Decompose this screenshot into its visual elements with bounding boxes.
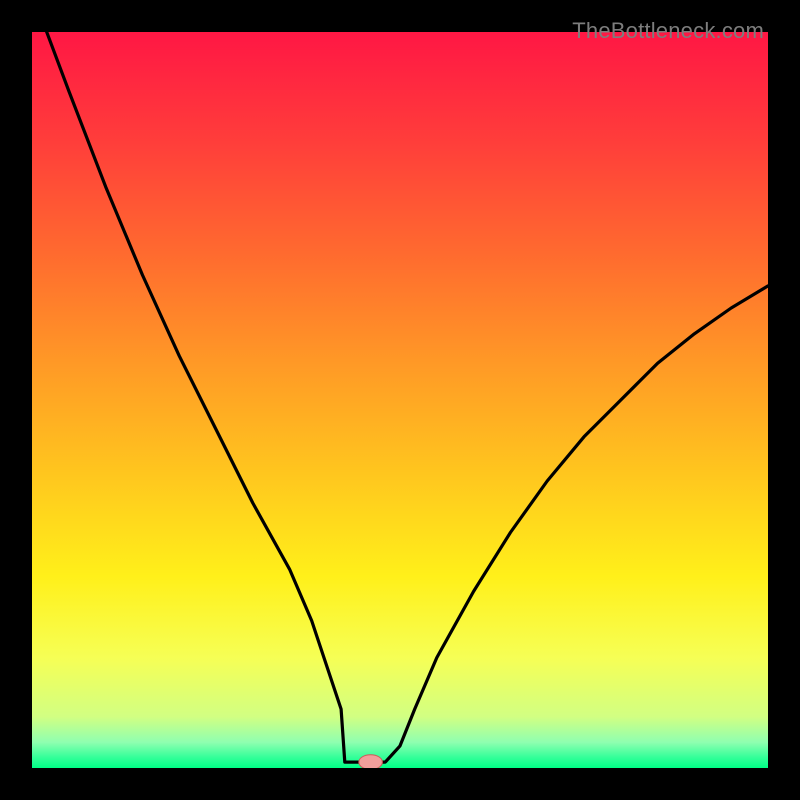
- watermark-text: TheBottleneck.com: [572, 18, 764, 44]
- optimal-marker: [359, 755, 383, 768]
- chart-frame: TheBottleneck.com: [16, 16, 784, 784]
- plot-area: [32, 32, 768, 768]
- bottleneck-chart: [32, 32, 768, 768]
- gradient-background: [32, 32, 768, 768]
